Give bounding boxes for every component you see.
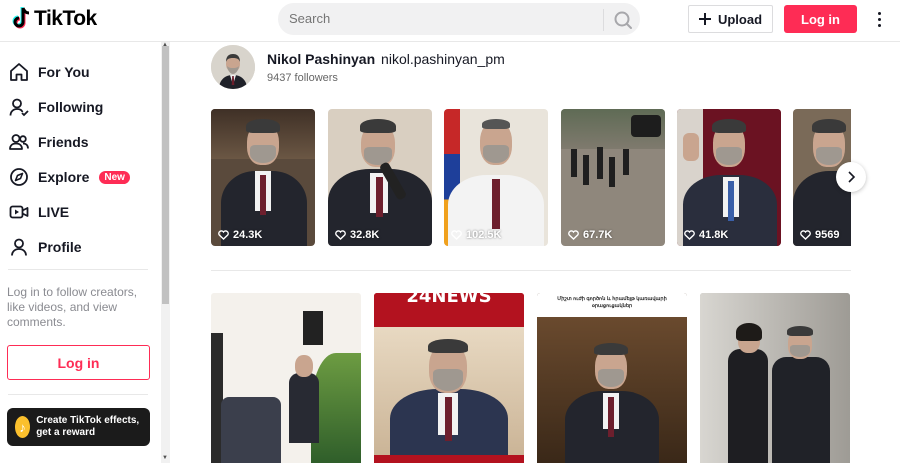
video-card[interactable]: 41.8K	[677, 109, 781, 246]
effects-banner-text: Create TikTok effects, get a reward	[36, 415, 140, 438]
search-bar	[278, 3, 640, 35]
sidebar-item-following[interactable]: Following	[8, 93, 103, 121]
creator-name-line: Nikol Pashinyan nikol.pashinyan_pm	[267, 51, 505, 67]
heart-outline-icon	[218, 230, 229, 240]
like-count: 67.7K	[568, 229, 612, 241]
search-input[interactable]	[289, 11, 589, 26]
sidebar-login-button[interactable]: Log in	[7, 345, 150, 380]
sidebar-item-friends[interactable]: Friends	[8, 128, 89, 156]
like-count: 41.8K	[684, 229, 728, 241]
sidebar-divider	[8, 269, 148, 270]
live-icon	[8, 201, 30, 223]
video-carousel: 24.3K 32.8K 102.5K 67.7K 41.8K 9569	[211, 109, 851, 246]
chevron-right-icon	[848, 171, 856, 183]
news-overlay-text: 24NEWS	[374, 293, 524, 327]
heart-outline-icon	[568, 230, 579, 240]
like-count: 24.3K	[218, 229, 262, 241]
friends-icon	[8, 131, 30, 153]
heart-outline-icon	[335, 230, 346, 240]
creator-avatar[interactable]	[211, 45, 255, 89]
search-icon	[614, 11, 632, 29]
new-badge: New	[99, 170, 130, 184]
creator-handle[interactable]: nikol.pashinyan_pm	[381, 51, 505, 67]
heart-outline-icon	[800, 230, 811, 240]
sidebar-item-label: LIVE	[38, 204, 70, 220]
heart-outline-icon	[684, 230, 695, 240]
like-count: 9569	[800, 229, 839, 241]
video-card[interactable]: 24.3K	[211, 109, 315, 246]
creator-display-name[interactable]: Nikol Pashinyan	[267, 51, 375, 67]
sidebar-item-label: Friends	[38, 134, 89, 150]
sidebar-item-label: Following	[38, 99, 104, 115]
profile-icon	[8, 236, 30, 258]
video-card[interactable]	[211, 293, 361, 463]
upload-button[interactable]: Upload	[688, 5, 773, 33]
sidebar-item-for-you[interactable]: For You	[8, 58, 90, 86]
section-divider	[211, 270, 851, 271]
video-card[interactable]: 102.5K	[444, 109, 548, 246]
search-divider	[603, 9, 604, 31]
create-effects-banner[interactable]: ♪ Create TikTok effects, get a reward	[7, 408, 150, 446]
logo-text: TikTok	[34, 7, 97, 30]
header-login-button[interactable]: Log in	[784, 5, 857, 33]
sidebar-divider	[8, 394, 148, 395]
caption-overlay-text: Միշտ ուժի գործոն և հրամեյթ կառավարի օրաց…	[537, 293, 687, 317]
scroll-thumb[interactable]	[162, 46, 169, 304]
top-header: TikTok Upload Log in	[0, 0, 900, 42]
sidebar: For You Following Friends Explore New LI…	[0, 42, 170, 463]
video-card[interactable]: 67.7K	[561, 109, 665, 246]
video-card[interactable]	[700, 293, 850, 463]
sidebar-item-explore[interactable]: Explore New	[8, 163, 130, 191]
plus-icon	[698, 13, 711, 25]
more-options-icon[interactable]	[870, 8, 888, 30]
sidebar-item-label: Explore	[38, 169, 90, 185]
upload-label: Upload	[717, 11, 763, 27]
follower-count: 9437 followers	[267, 72, 338, 84]
like-count: 102.5K	[451, 229, 501, 241]
heart-outline-icon	[451, 230, 462, 240]
video-card[interactable]: 24NEWS	[374, 293, 524, 463]
following-icon	[8, 96, 30, 118]
scroll-down-icon[interactable]: ▼	[162, 455, 168, 461]
search-button[interactable]	[609, 7, 637, 33]
explore-icon	[8, 166, 30, 188]
sidebar-scrollbar[interactable]: ▲ ▼	[161, 42, 170, 463]
sidebar-item-profile[interactable]: Profile	[8, 233, 82, 261]
like-count: 32.8K	[335, 229, 379, 241]
effect-house-icon: ♪	[15, 416, 31, 438]
video-card[interactable]: Միշտ ուժի գործոն և հրամեյթ կառավարի օրաց…	[537, 293, 687, 463]
sidebar-item-live[interactable]: LIVE	[8, 198, 69, 226]
video-grid: 24NEWS Միշտ ուժի գործոն և հրամեյթ կառավա…	[211, 293, 851, 463]
login-prompt-text: Log in to follow creators, like videos, …	[7, 285, 138, 329]
sidebar-item-label: For You	[38, 64, 90, 80]
home-icon	[8, 61, 30, 83]
tiktok-logo[interactable]: TikTok	[10, 6, 97, 32]
video-card[interactable]: 32.8K	[328, 109, 432, 246]
sidebar-item-label: Profile	[38, 239, 82, 255]
carousel-next-button[interactable]	[836, 162, 866, 192]
tiktok-note-icon	[12, 7, 30, 29]
